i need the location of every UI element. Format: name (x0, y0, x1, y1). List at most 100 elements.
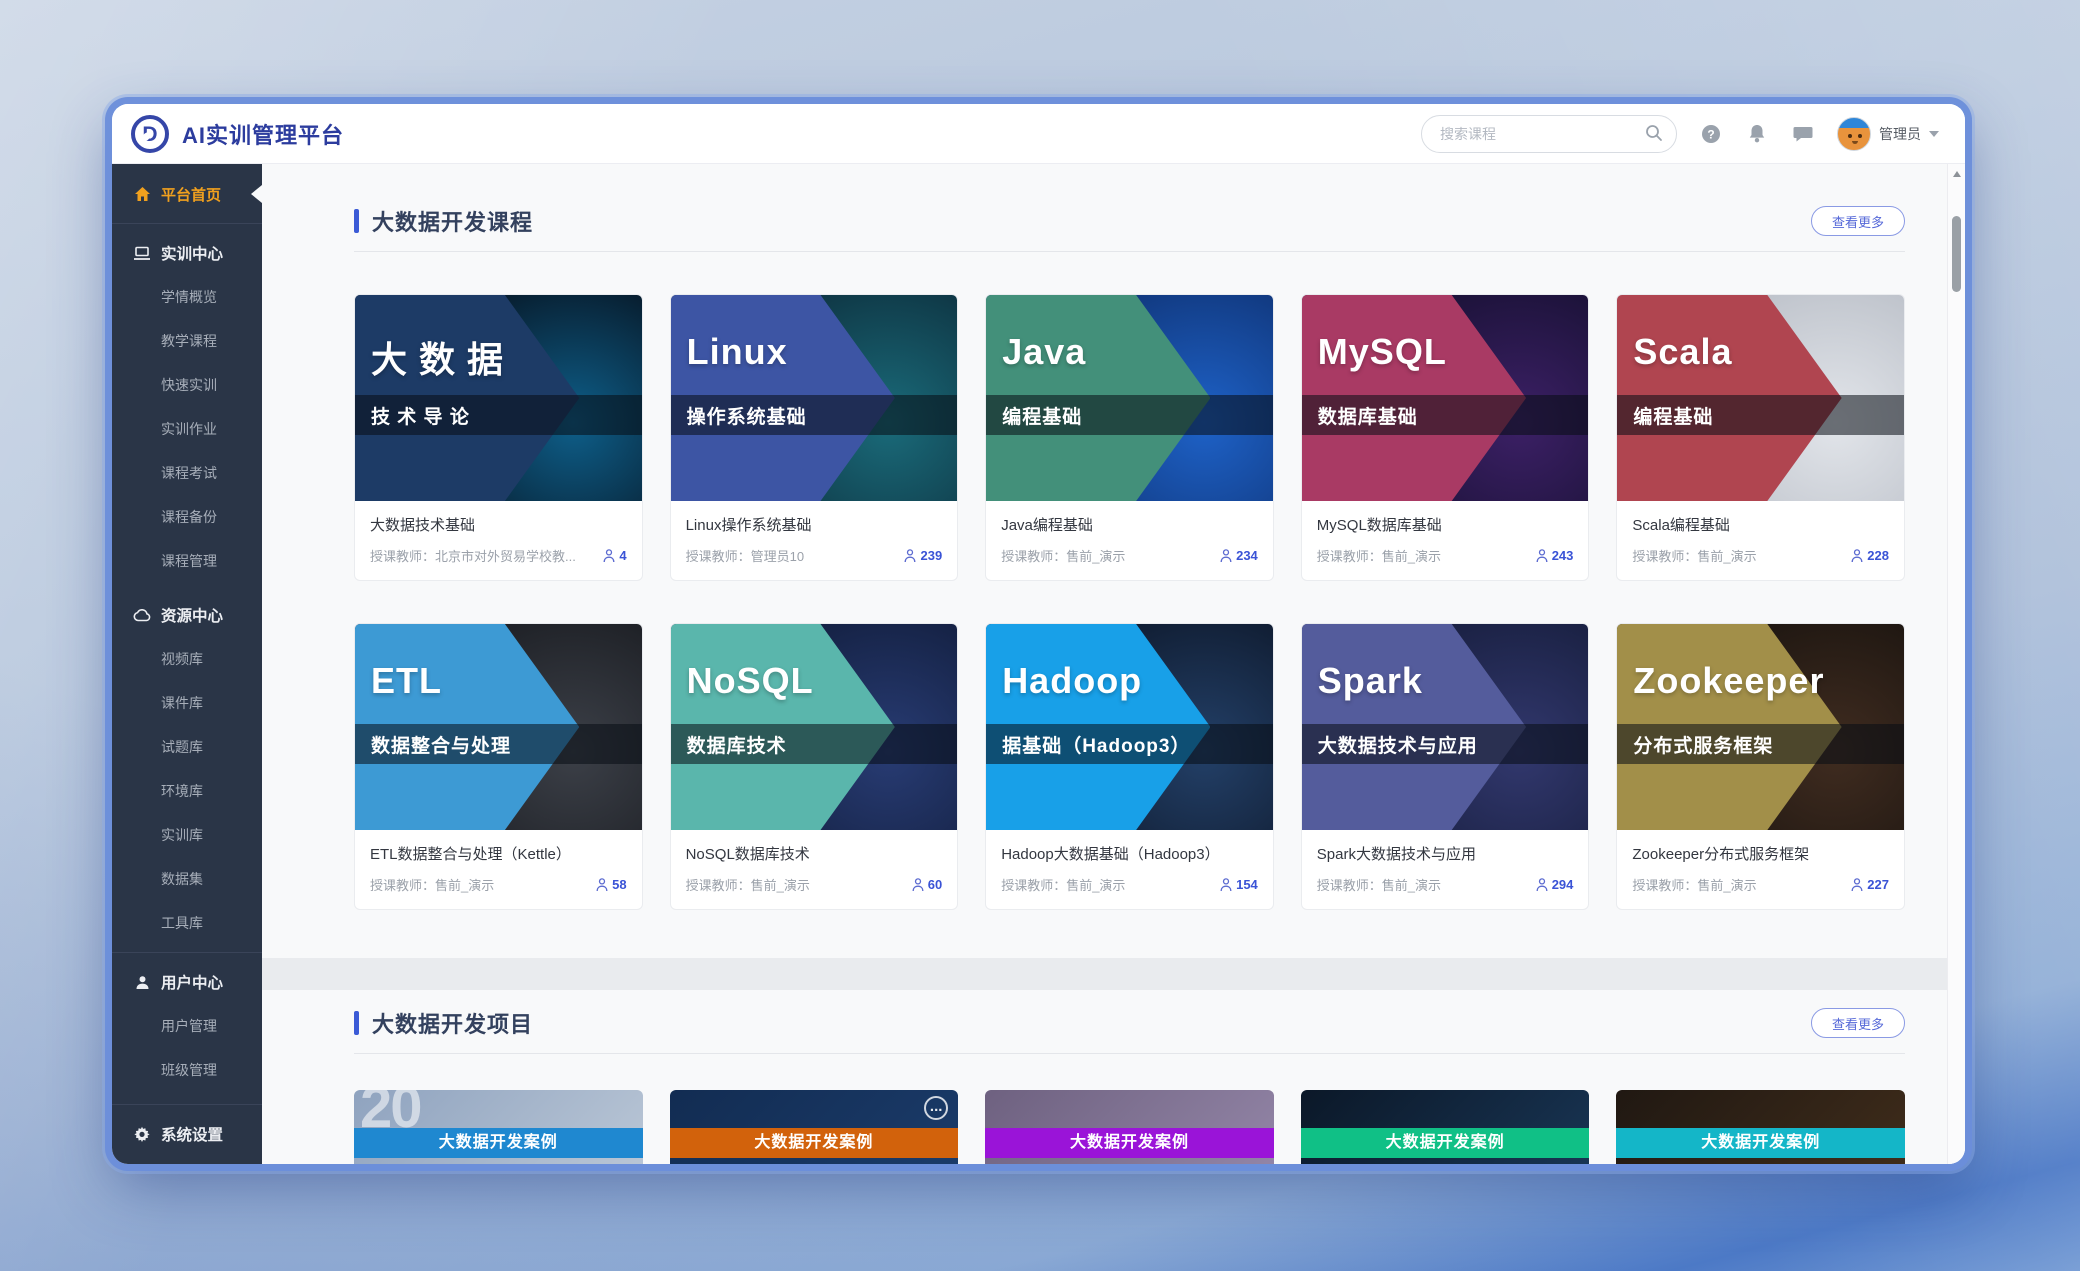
user-name: 管理员 (1879, 124, 1921, 144)
sidebar-item[interactable]: 视频库 (112, 637, 262, 681)
course-title: 大数据技术基础 (370, 514, 627, 535)
sidebar-item[interactable]: 试题库 (112, 725, 262, 769)
search-icon[interactable] (1644, 123, 1664, 143)
section-gap (262, 958, 1965, 990)
app-title: AI实训管理平台 (182, 118, 344, 150)
sidebar-divider (112, 952, 262, 953)
student-count: 58 (596, 877, 626, 892)
course-card[interactable]: Spark 大数据技术与应用 Spark大数据技术与应用 授课教师：售前_演示 … (1301, 623, 1590, 910)
help-icon[interactable]: ? (1699, 122, 1723, 146)
section-divider (354, 1053, 1905, 1054)
course-card[interactable]: MySQL 数据库基础 MySQL数据库基础 授课教师：售前_演示 243 (1301, 294, 1590, 581)
scrollbar-thumb[interactable] (1952, 216, 1961, 292)
sidebar-item[interactable]: 用户管理 (112, 1004, 262, 1048)
course-title: MySQL数据库基础 (1317, 514, 1574, 535)
project-banner: 大数据开发案例 (1301, 1128, 1590, 1158)
person-icon (1536, 549, 1548, 563)
course-thumbnail: NoSQL 数据库技术 (671, 624, 958, 830)
view-more-button[interactable]: 查看更多 (1811, 1008, 1905, 1038)
scroll-up-arrow-icon[interactable] (1953, 171, 1961, 177)
project-card[interactable]: 大数据开发案例 (1301, 1090, 1590, 1164)
project-card[interactable]: 大数据开发案例 (1616, 1090, 1905, 1164)
course-card[interactable]: NoSQL 数据库技术 NoSQL数据库技术 授课教师：售前_演示 60 (670, 623, 959, 910)
section-divider (354, 251, 1905, 252)
course-thumbnail: Linux 操作系统基础 (671, 295, 958, 501)
section-title: 大数据开发项目 (372, 1007, 533, 1039)
course-teacher: 授课教师：售前_演示 (370, 875, 588, 894)
sidebar-group-system-settings[interactable]: 系统设置 (112, 1112, 262, 1156)
course-card-grid: 大 数 据 技 术 导 论 大数据技术基础 授课教师：北京市对外贸易学校教...… (354, 294, 1905, 910)
person-icon (1851, 878, 1863, 892)
sidebar: 平台首页 实训中心 学情概览 教学课程 快速实训 实训作业 课程考试 课程备份 … (112, 164, 262, 1164)
person-icon (912, 878, 924, 892)
course-card[interactable]: Java 编程基础 Java编程基础 授课教师：售前_演示 234 (985, 294, 1274, 581)
course-thumbnail: MySQL 数据库基础 (1302, 295, 1589, 501)
sidebar-group-resource-center[interactable]: 资源中心 (112, 593, 262, 637)
person-icon (1851, 549, 1863, 563)
ellipsis-badge-icon: ... (924, 1096, 948, 1120)
sidebar-item-home[interactable]: 平台首页 (112, 172, 262, 216)
course-card[interactable]: 大 数 据 技 术 导 论 大数据技术基础 授课教师：北京市对外贸易学校教...… (354, 294, 643, 581)
course-title: Spark大数据技术与应用 (1317, 843, 1574, 864)
sidebar-item[interactable]: 实训作业 (112, 407, 262, 451)
person-icon (1220, 549, 1232, 563)
sidebar-item[interactable]: 实训库 (112, 813, 262, 857)
person-icon (596, 878, 608, 892)
messages-icon[interactable] (1791, 122, 1815, 146)
sidebar-item[interactable]: 环境库 (112, 769, 262, 813)
sidebar-item[interactable]: 学情概览 (112, 275, 262, 319)
student-count: 4 (603, 548, 626, 563)
student-count: 60 (912, 877, 942, 892)
sidebar-item[interactable]: 课程考试 (112, 451, 262, 495)
section-title: 大数据开发课程 (372, 205, 533, 237)
project-banner: 大数据开发案例 (1616, 1128, 1905, 1158)
course-card[interactable]: Scala 编程基础 Scala编程基础 授课教师：售前_演示 228 (1616, 294, 1905, 581)
sidebar-item[interactable]: 课程备份 (112, 495, 262, 539)
course-thumbnail: 大 数 据 技 术 导 论 (355, 295, 642, 501)
sidebar-item[interactable]: 工具库 (112, 901, 262, 945)
gear-icon (132, 1126, 152, 1142)
active-item-notch (251, 185, 262, 203)
app-header: D AI实训管理平台 ? (112, 104, 1965, 164)
search-input[interactable] (1421, 115, 1677, 153)
app-logo-icon: D (130, 114, 170, 154)
student-count: 154 (1220, 877, 1258, 892)
course-title: Linux操作系统基础 (686, 514, 943, 535)
user-avatar (1837, 117, 1871, 151)
view-more-button[interactable]: 查看更多 (1811, 206, 1905, 236)
user-menu[interactable]: 管理员 (1837, 117, 1939, 151)
person-icon (1536, 878, 1548, 892)
project-card[interactable]: 20 大数据开发案例 (354, 1090, 643, 1164)
notification-bell-icon[interactable] (1745, 122, 1769, 146)
course-card[interactable]: Linux 操作系统基础 Linux操作系统基础 授课教师：管理员10 239 (670, 294, 959, 581)
person-icon (1220, 878, 1232, 892)
search-box (1421, 115, 1677, 153)
student-count: 227 (1851, 877, 1889, 892)
sidebar-item[interactable]: 课程管理 (112, 539, 262, 583)
project-card[interactable]: ... 大数据开发案例 (670, 1090, 959, 1164)
project-banner: 大数据开发案例 (985, 1128, 1274, 1158)
course-card[interactable]: Zookeeper 分布式服务框架 Zookeeper分布式服务框架 授课教师：… (1616, 623, 1905, 910)
student-count: 239 (904, 548, 942, 563)
sidebar-item[interactable]: 课件库 (112, 681, 262, 725)
course-teacher: 授课教师：售前_演示 (1001, 546, 1212, 565)
vertical-scrollbar[interactable] (1947, 164, 1965, 1164)
student-count: 228 (1851, 548, 1889, 563)
project-banner: 大数据开发案例 (354, 1128, 643, 1158)
sidebar-item[interactable]: 快速实训 (112, 363, 262, 407)
sidebar-item[interactable]: 数据集 (112, 857, 262, 901)
course-title: ETL数据整合与处理（Kettle） (370, 843, 627, 864)
project-card[interactable]: 大数据开发案例 (985, 1090, 1274, 1164)
student-count: 234 (1220, 548, 1258, 563)
sidebar-group-training-center[interactable]: 实训中心 (112, 231, 262, 275)
section-accent-bar (354, 1011, 359, 1035)
course-thumbnail: Hadoop 据基础（Hadoop3） (986, 624, 1273, 830)
course-card[interactable]: Hadoop 据基础（Hadoop3） Hadoop大数据基础（Hadoop3）… (985, 623, 1274, 910)
course-teacher: 授课教师：售前_演示 (1632, 546, 1843, 565)
course-card[interactable]: ETL 数据整合与处理 ETL数据整合与处理（Kettle） 授课教师：售前_演… (354, 623, 643, 910)
sidebar-group-user-center[interactable]: 用户中心 (112, 960, 262, 1004)
person-icon (904, 549, 916, 563)
sidebar-item[interactable]: 教学课程 (112, 319, 262, 363)
sidebar-item[interactable]: 班级管理 (112, 1048, 262, 1092)
person-icon (603, 549, 615, 563)
